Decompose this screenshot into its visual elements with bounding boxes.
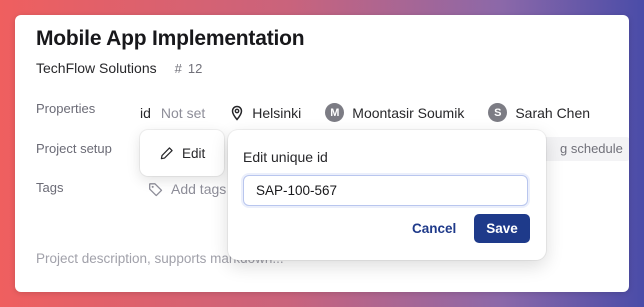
cancel-button[interactable]: Cancel: [404, 214, 464, 243]
id-property-label: id: [140, 104, 151, 121]
id-property-value[interactable]: Not set: [161, 105, 205, 121]
tag-icon: [148, 182, 163, 197]
location-value[interactable]: Helsinki: [252, 105, 301, 121]
project-number-value: 12: [187, 60, 203, 76]
pencil-icon: [160, 146, 174, 160]
edit-label: Edit: [182, 145, 206, 161]
company-name[interactable]: TechFlow Solutions: [36, 60, 157, 76]
project-subline: TechFlow Solutions #12: [36, 60, 202, 76]
save-button[interactable]: Save: [474, 214, 530, 243]
schedule-chip[interactable]: g schedule: [540, 137, 629, 161]
pin-icon: [229, 105, 245, 121]
edit-menu: Edit: [140, 130, 224, 176]
avatar: M: [325, 103, 345, 122]
project-number: #12: [175, 61, 203, 76]
edit-id-title: Edit unique id: [243, 149, 328, 165]
hash-icon: #: [174, 60, 182, 76]
avatar: S: [488, 103, 508, 122]
project-title[interactable]: Mobile App Implementation: [36, 27, 305, 51]
assignee-name[interactable]: Sarah Chen: [515, 105, 590, 121]
project-setup-label: Project setup: [36, 141, 112, 156]
properties-row: id Not set Helsinki M Moontasir Soumik S…: [140, 103, 590, 122]
properties-label: Properties: [36, 101, 96, 116]
edit-id-popover: Edit unique id Cancel Save: [228, 130, 546, 260]
assignee-name[interactable]: Moontasir Soumik: [352, 105, 464, 121]
unique-id-input[interactable]: [243, 175, 528, 206]
tags-label: Tags: [36, 180, 64, 195]
add-tags-button[interactable]: Add tags: [148, 181, 226, 197]
add-tags-label: Add tags: [171, 181, 227, 197]
edit-menu-item[interactable]: Edit: [160, 146, 205, 161]
